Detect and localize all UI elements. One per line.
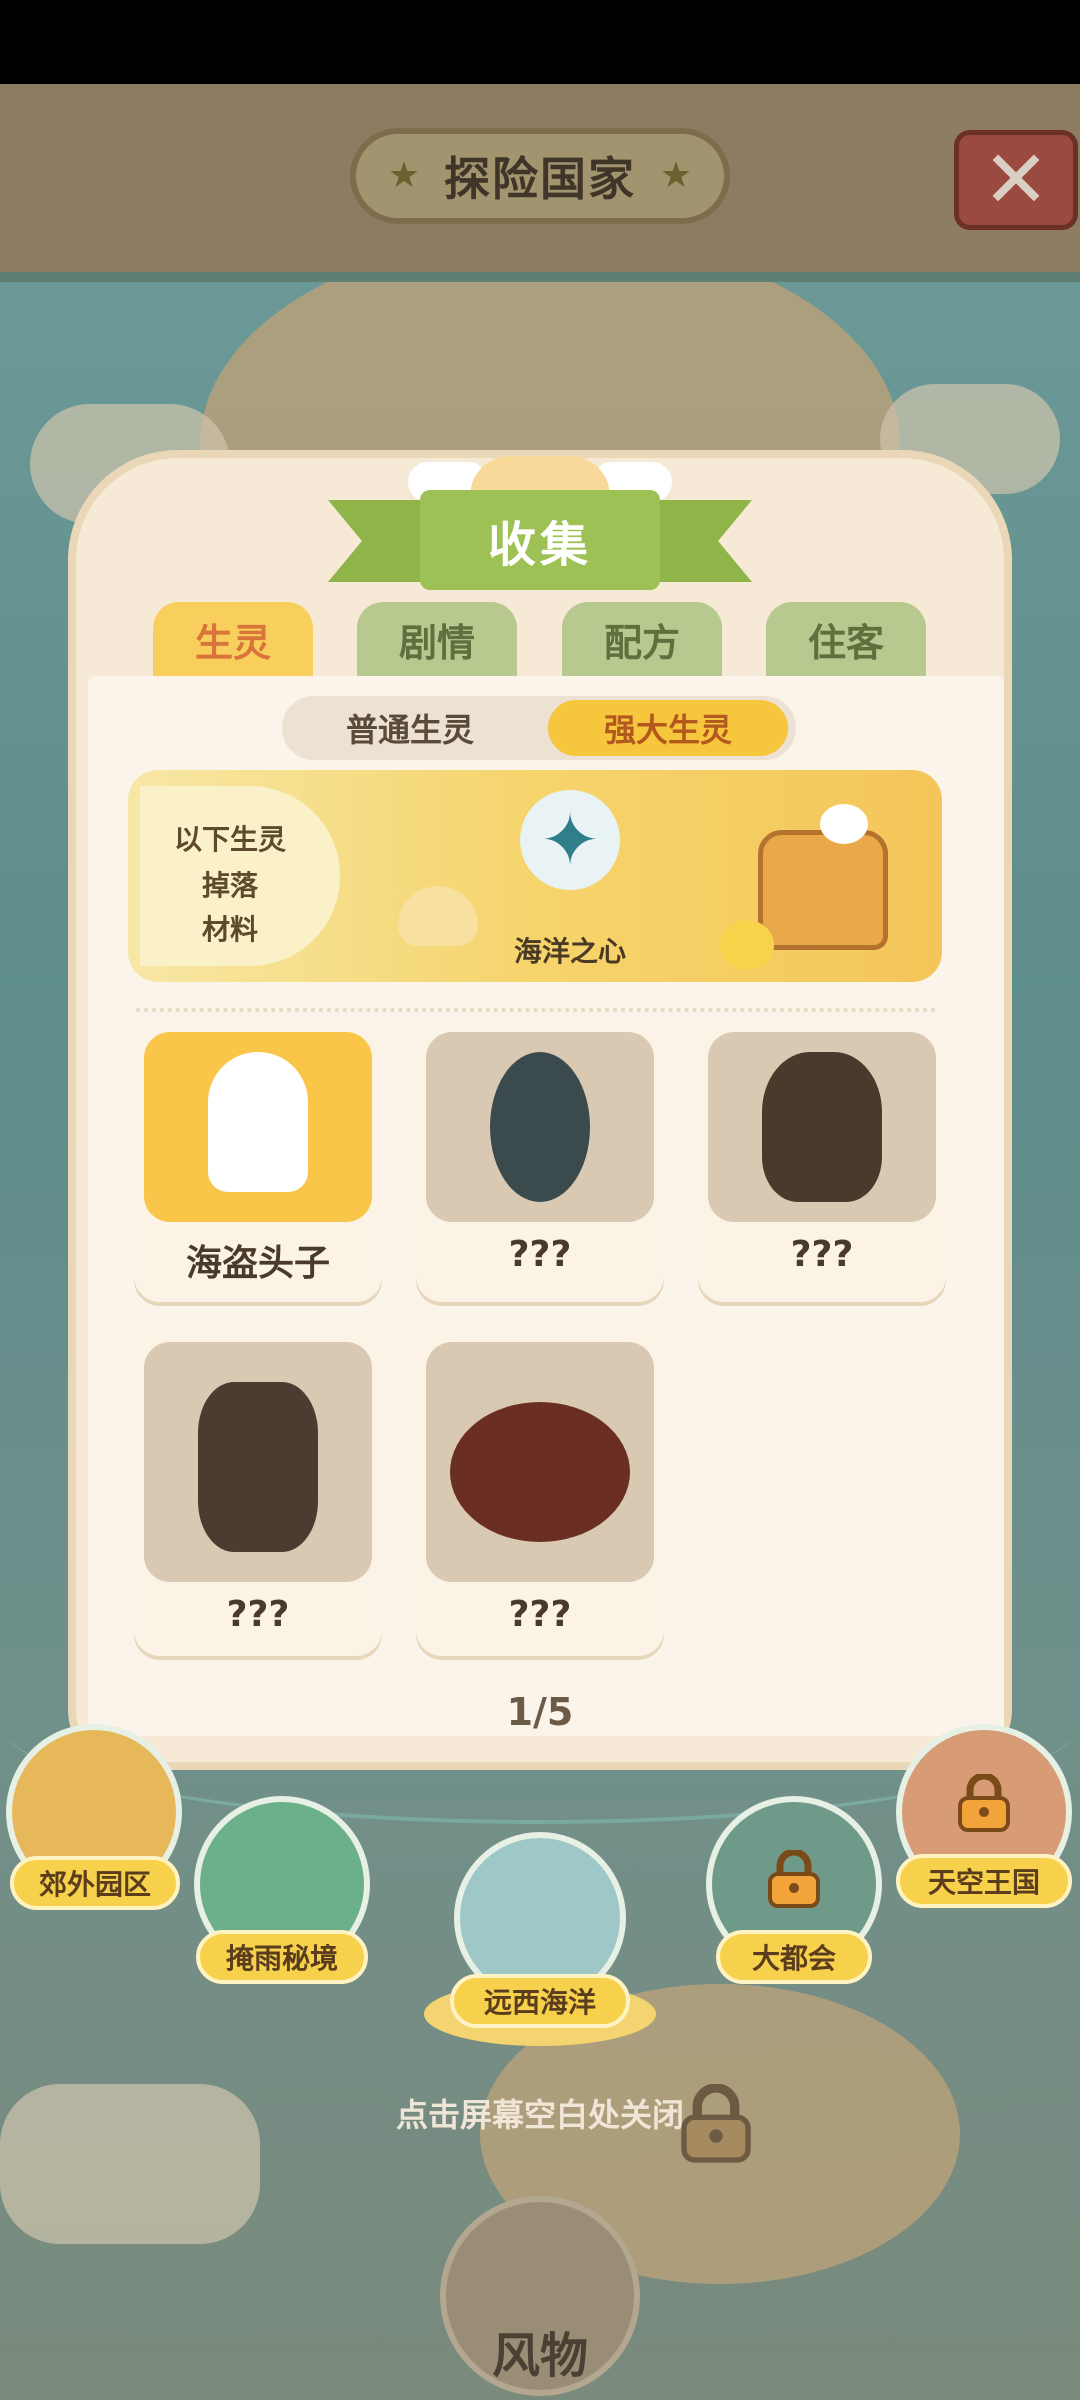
location-rain-secret[interactable]: 掩雨秘境 [194,1796,370,1984]
chick-icon [720,920,774,970]
creature-portrait [144,1342,372,1582]
location-label: 远西海洋 [450,1974,630,2028]
top-bar-divider [0,272,1080,282]
star-icon: ★ [659,155,693,196]
close-hint: 点击屏幕空白处关闭 [395,2096,684,2134]
location-label: 天空王国 [896,1854,1072,1908]
lock-icon [676,2083,756,2164]
location-label: 大都会 [716,1930,872,1984]
locked-creature-silhouette [762,1052,882,1202]
creature-portrait [144,1032,372,1222]
page-title: 探险国家 [444,152,636,206]
status-bar [0,0,1080,84]
locked-creature-silhouette [450,1402,630,1542]
location-suburb[interactable]: 郊外园区 [6,1724,182,1910]
tab-story[interactable]: 剧情 [357,602,517,676]
tab-recipes[interactable]: 配方 [562,602,722,676]
creature-name: ??? [790,1234,854,1275]
treasure-chest-icon [758,830,888,950]
close-button[interactable]: ✕ [954,130,1078,230]
creature-card[interactable]: ??? [134,1332,382,1656]
ribbon-center: 收集 [420,490,660,590]
scenery-label: 风物 [491,2328,588,2384]
creature-card[interactable]: ??? [416,1332,664,1656]
location-sky-kingdom[interactable]: 天空王国 [896,1724,1076,1908]
drop-tag-line: 材料 [201,913,258,946]
map-cloud [0,2084,260,2244]
creature-portrait [426,1032,654,1222]
chick-icon [820,804,868,844]
locked-creature-silhouette [490,1052,590,1202]
lock-icon [764,1848,824,1908]
panel-title: 收集 [487,517,592,573]
ocean-heart-icon[interactable]: ✦ [520,790,620,890]
tab-guests[interactable]: 住客 [766,602,926,676]
drop-item-name: 海洋之心 [513,935,626,968]
subtab-normal-creatures[interactable]: 普通生灵 [290,700,530,756]
creature-name: 海盗头子 [185,1243,330,1284]
drop-tag-line: 以下生灵 [173,823,286,856]
creature-card[interactable]: 海盗头子 [134,1030,382,1302]
creature-name: ??? [508,1234,572,1275]
dotted-divider [136,1008,936,1012]
pirate-boss-icon [208,1052,308,1192]
location-far-west-ocean[interactable]: 远西海洋 [424,1832,656,2052]
subtab-strong-creatures[interactable]: 强大生灵 [548,700,788,756]
creature-portrait [426,1342,654,1582]
creature-card[interactable]: ??? [698,1030,946,1302]
star-icon: ★ [387,155,421,196]
lock-icon [954,1772,1014,1832]
creature-card[interactable]: ??? [416,1030,664,1302]
tab-creatures[interactable]: 生灵 [153,602,313,676]
location-label: 郊外园区 [10,1856,180,1910]
location-metropolis[interactable]: 大都会 [706,1796,882,1984]
locked-creature-silhouette [198,1382,318,1552]
creature-portrait [708,1032,936,1222]
location-label: 掩雨秘境 [196,1930,368,1984]
page-title-plate: ★ 探险国家 ★ [350,128,730,224]
close-icon: ✕ [982,133,1050,226]
drop-tag-line: 掉落 [201,869,258,902]
